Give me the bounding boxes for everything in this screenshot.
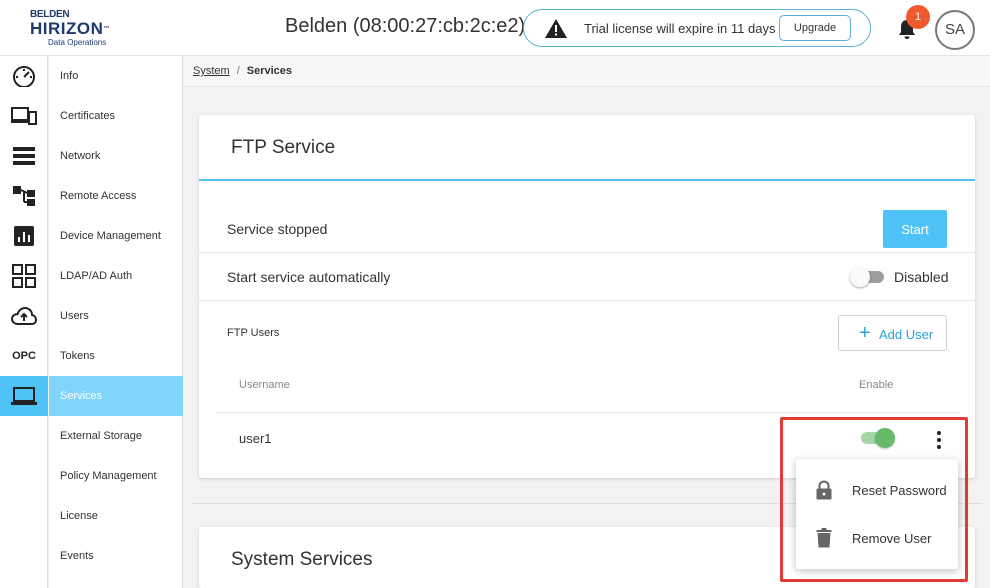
column-header-enable: Enable: [859, 379, 894, 391]
submenu-item-tokens[interactable]: Tokens: [49, 336, 183, 376]
rail-item-list[interactable]: [0, 136, 48, 176]
auto-start-state-text: Disabled: [894, 269, 949, 285]
column-header-username: Username: [239, 379, 290, 391]
rail-item-workflow[interactable]: [0, 176, 48, 216]
auto-start-toggle[interactable]: [850, 267, 886, 287]
workflow-icon: [13, 186, 35, 206]
table-cell-username: user1: [239, 431, 272, 446]
breadcrumb-system-link[interactable]: System: [193, 65, 230, 77]
row-divider: [199, 300, 975, 301]
submenu-item-certificates[interactable]: Certificates: [49, 96, 183, 136]
laptop-icon: [11, 387, 37, 405]
start-service-button[interactable]: Start: [883, 210, 947, 248]
submenu-item-network[interactable]: Network: [49, 136, 183, 176]
rail-item-system[interactable]: [0, 376, 48, 416]
submenu-item-users[interactable]: Users: [49, 296, 183, 336]
menu-item-reset-password[interactable]: Reset Password: [796, 467, 958, 513]
license-text: Trial license will expire in 11 days: [584, 21, 776, 36]
menu-item-label: Remove User: [852, 531, 932, 546]
notification-count-badge: 1: [906, 5, 930, 29]
submenu-item-ldap-auth[interactable]: LDAP/AD Auth: [49, 256, 183, 296]
rail-item-cloud[interactable]: [0, 296, 48, 336]
breadcrumb: System / Services: [184, 56, 990, 87]
plus-icon: +: [859, 322, 871, 344]
icon-rail: OPC: [0, 56, 48, 588]
ftp-users-label: FTP Users: [227, 327, 280, 339]
dashboard-icon: [13, 66, 35, 87]
add-user-button[interactable]: + Add User: [838, 315, 947, 351]
rail-item-analytics[interactable]: [0, 216, 48, 256]
submenu-item-info[interactable]: Info: [49, 56, 183, 96]
rail-item-opc[interactable]: OPC: [0, 336, 48, 376]
license-banner: Trial license will expire in 11 days Upg…: [523, 9, 871, 47]
service-status-text: Service stopped: [227, 221, 328, 237]
add-user-label: Add User: [879, 327, 934, 342]
lock-icon: [816, 480, 832, 500]
submenu-item-license[interactable]: License: [49, 496, 183, 536]
submenu-item-services[interactable]: Services: [49, 376, 183, 416]
submenu-item-policy-management[interactable]: Policy Management: [49, 456, 183, 496]
belden-horizon-logo[interactable]: BELDEN HIRIZON™ Data Operations: [30, 10, 120, 48]
menu-item-remove-user[interactable]: Remove User: [796, 515, 958, 561]
ftp-service-title: FTP Service: [231, 137, 336, 158]
apps-icon: [12, 264, 36, 288]
trash-icon: [816, 528, 832, 548]
opc-icon: OPC: [12, 350, 36, 362]
user-avatar[interactable]: SA: [935, 10, 975, 50]
warning-icon: [545, 19, 567, 38]
analytics-icon: [14, 226, 34, 246]
auto-start-label: Start service automatically: [227, 269, 391, 285]
device-title: Belden (08:00:27:cb:2c:e2): [285, 15, 526, 37]
top-header: BELDEN HIRIZON™ Data Operations Belden (…: [0, 0, 990, 56]
breadcrumb-current: Services: [246, 65, 293, 77]
rail-item-dashboard[interactable]: [0, 56, 48, 96]
breadcrumb-separator: /: [236, 65, 240, 77]
menu-item-label: Reset Password: [852, 483, 947, 498]
system-submenu: Info Certificates Network Remote Access …: [49, 56, 183, 588]
row-divider: [199, 252, 975, 253]
submenu-item-external-storage[interactable]: External Storage: [49, 416, 183, 456]
upgrade-button[interactable]: Upgrade: [779, 15, 851, 41]
title-underline: [199, 179, 975, 181]
user-actions-menu: Reset Password Remove User: [796, 459, 958, 569]
table-header-divider: [215, 412, 959, 413]
submenu-item-device-management[interactable]: Device Management: [49, 216, 183, 256]
list-icon: [13, 147, 35, 165]
rail-item-devices[interactable]: [0, 96, 48, 136]
submenu-item-events[interactable]: Events: [49, 536, 183, 576]
cloud-upload-icon: [11, 306, 37, 325]
system-services-title: System Services: [231, 549, 373, 570]
devices-icon: [11, 107, 37, 125]
submenu-item-remote-access[interactable]: Remote Access: [49, 176, 183, 216]
rail-item-apps[interactable]: [0, 256, 48, 296]
